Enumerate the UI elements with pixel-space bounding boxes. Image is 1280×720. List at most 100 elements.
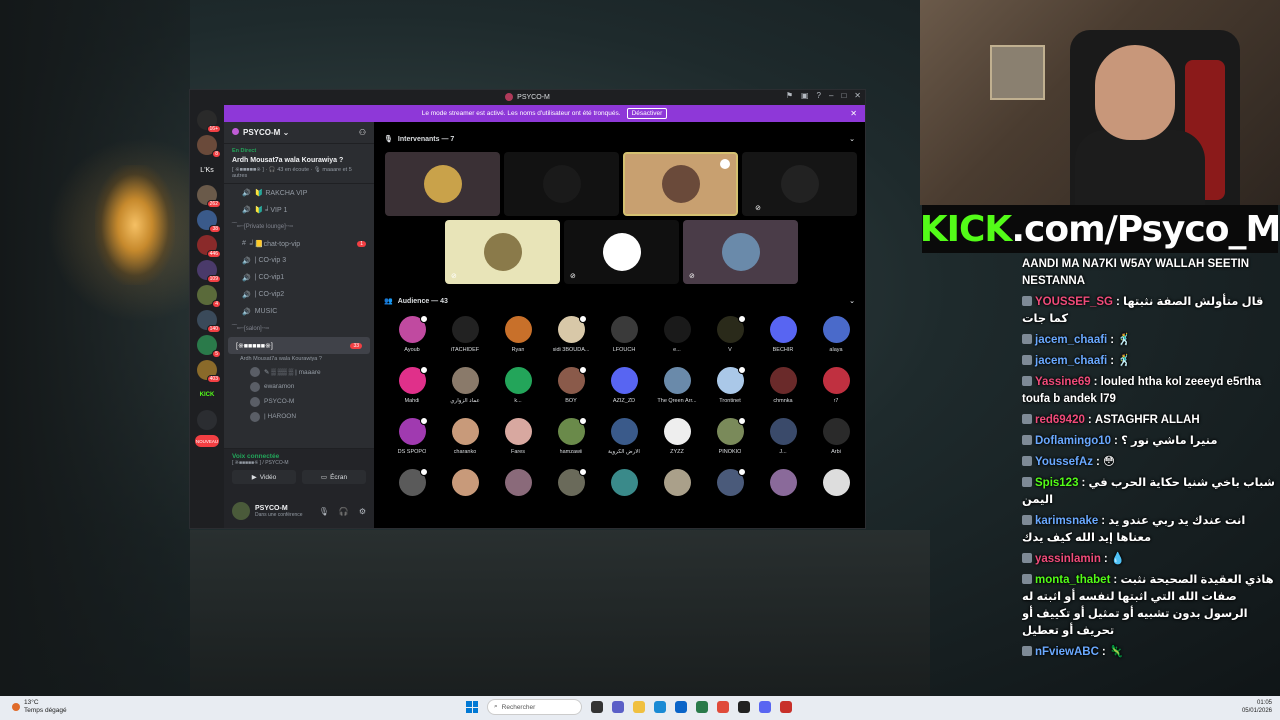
audience-member[interactable]: Mahdi — [386, 366, 438, 416]
audience-member[interactable]: alaya — [810, 316, 862, 365]
audience-member[interactable]: Fares — [492, 418, 544, 467]
audience-member[interactable]: BECHIR — [757, 316, 809, 365]
server-icon[interactable]: NOUVEAU — [195, 435, 219, 447]
disable-streamer-button[interactable]: Désactiver — [626, 108, 668, 119]
server-icon[interactable]: 16+ — [197, 110, 221, 133]
store-icon[interactable] — [696, 701, 708, 713]
voice-member[interactable]: ewaramon — [224, 379, 374, 394]
audience-member[interactable] — [598, 469, 650, 518]
chat-username[interactable]: jacem_chaafi — [1035, 355, 1107, 367]
maximize-button[interactable]: □ — [841, 91, 846, 100]
voice-member[interactable]: ✎ ▒ ▒▒ ▒ | maaare — [224, 364, 374, 379]
settings-icon[interactable]: ⚙ — [359, 507, 366, 516]
audience-member[interactable]: AZIZ_ZD — [598, 367, 650, 416]
server-header[interactable]: PSYCO-M ⌄ ⚇ — [224, 122, 374, 144]
chat-username[interactable]: Yassine69 — [1035, 376, 1091, 388]
speaker-tile[interactable]: ⊘ — [742, 152, 857, 216]
mail-icon[interactable] — [675, 701, 687, 713]
audience-member[interactable]: LFOUCH — [598, 316, 650, 365]
chat-username[interactable]: nFviewABC — [1035, 646, 1099, 658]
speaker-tile[interactable] — [504, 152, 619, 216]
audience-member[interactable]: BOY — [545, 366, 597, 416]
server-icon[interactable]: 403 — [197, 360, 221, 383]
server-icon[interactable]: 109 — [197, 260, 221, 283]
avatar[interactable] — [232, 502, 250, 520]
audience-member[interactable]: chmnka — [757, 367, 809, 416]
audience-member[interactable]: e... — [651, 316, 703, 365]
chat-username[interactable]: YOUSSEF_SG — [1035, 296, 1113, 308]
server-icon[interactable]: 5 — [197, 335, 221, 358]
chat-username[interactable]: monta_thabet — [1035, 574, 1110, 586]
active-stage-channel[interactable]: [※■■■■■※] 33 — [228, 337, 370, 354]
start-button[interactable] — [466, 701, 478, 713]
close-icon[interactable]: ✕ — [850, 109, 857, 118]
microphone-icon[interactable]: 🎙 — [319, 507, 329, 516]
speaker-tile[interactable]: ⊘ — [564, 220, 679, 284]
channel-item[interactable]: 🔊 | CO-vip2 — [224, 286, 374, 303]
audience-member[interactable]: PINOKIO — [704, 417, 756, 467]
audience-member[interactable]: The Qreen Arr... — [651, 367, 703, 416]
server-icon[interactable]: 38 — [197, 210, 221, 233]
window-titlebar[interactable]: PSYCO-M ⚑ ▣ ? – □ ✕ — [190, 90, 865, 104]
discord-icon[interactable] — [759, 701, 771, 713]
audience-member[interactable] — [386, 468, 438, 518]
add-member-icon[interactable]: ⚇ — [359, 128, 366, 137]
clock[interactable]: 01:05 05/01/2026 — [1242, 699, 1272, 715]
audience-member[interactable]: DS SPOPO — [386, 417, 438, 467]
channel-item[interactable]: 🔊 | CO-vip 3 — [224, 252, 374, 269]
audience-member[interactable]: J... — [757, 418, 809, 467]
chat-username[interactable]: Spis123 — [1035, 477, 1078, 489]
audience-member[interactable] — [439, 469, 491, 518]
server-icon[interactable]: L'Ks — [197, 160, 217, 180]
audience-member[interactable]: Ryan — [492, 316, 544, 365]
flag-icon[interactable]: ⚑ — [786, 91, 793, 100]
audience-member[interactable]: عماد الزواري — [439, 367, 491, 416]
help-icon[interactable]: ? — [817, 91, 821, 100]
speaker-tile[interactable]: ⊘ — [445, 220, 560, 284]
audience-member[interactable] — [757, 469, 809, 518]
audience-member[interactable] — [704, 468, 756, 518]
audience-member[interactable] — [492, 469, 544, 518]
edge-icon[interactable] — [654, 701, 666, 713]
speaker-tile[interactable]: ⊘ — [683, 220, 798, 284]
headphones-icon[interactable]: 🎧 — [339, 507, 349, 516]
chevron-down-icon[interactable]: ⌄ — [849, 135, 855, 143]
chat-username[interactable]: karimsnake — [1035, 515, 1098, 527]
audience-member[interactable]: hamzawii — [545, 417, 597, 467]
chat-username[interactable]: YoussefAz — [1035, 456, 1093, 468]
search-box[interactable]: ⌕ Rechercher — [487, 699, 582, 715]
chat-username[interactable]: Doflamingo10 — [1035, 435, 1111, 447]
chat-username[interactable]: red69420 — [1035, 414, 1085, 426]
channel-category[interactable]: ⁀┅╌[salon]╌┅ — [224, 320, 374, 337]
speakers-header[interactable]: 🎙 Intervenants — 7 ⌄ — [374, 130, 865, 148]
server-icon[interactable]: 262 — [197, 185, 221, 208]
channel-item[interactable]: 🔊 MUSIC — [224, 303, 374, 320]
discord-window[interactable]: PSYCO-M ⚑ ▣ ? – □ ✕ 16+ 8 L'Ks 262 38 446 109 4… — [189, 89, 866, 529]
audience-member[interactable]: r7 — [810, 367, 862, 416]
chevron-down-icon[interactable]: ⌄ — [849, 297, 855, 305]
server-icon[interactable]: 8 — [197, 135, 221, 158]
app-icon[interactable] — [780, 701, 792, 713]
audience-member[interactable]: k... — [492, 367, 544, 416]
audience-member[interactable]: Trontinet — [704, 366, 756, 416]
channel-item[interactable]: 🔊 🔰 ╛VIP 1 — [224, 201, 374, 218]
chrome-icon[interactable] — [717, 701, 729, 713]
weather-widget[interactable]: 13°C Temps dégagé — [12, 699, 67, 715]
audience-member[interactable] — [651, 469, 703, 518]
live-event[interactable]: En Direct Ardh Mousat7a wala Kourawiya ?… — [224, 144, 374, 184]
audience-member[interactable]: iTACHIDEF — [439, 316, 491, 365]
teams-icon[interactable] — [612, 701, 624, 713]
server-icon[interactable]: 446 — [197, 235, 221, 258]
server-icon[interactable]: 4 — [197, 285, 221, 308]
audience-member[interactable]: charanko — [439, 418, 491, 467]
audience-member[interactable]: Ayoub — [386, 315, 438, 365]
audience-member[interactable]: الأرض الكروية — [598, 418, 650, 467]
channel-item[interactable]: 🔊 🔰 RAKCHA VIP — [224, 184, 374, 201]
channel-item[interactable]: 🔊 | CO-vip1 — [224, 269, 374, 286]
task-view-icon[interactable] — [591, 701, 603, 713]
obs-icon[interactable] — [738, 701, 750, 713]
server-icon[interactable] — [197, 410, 217, 430]
explorer-icon[interactable] — [633, 701, 645, 713]
video-button[interactable]: ▶ Vidéo — [232, 470, 296, 484]
channel-category[interactable]: ⁀┅╌[Private lounge]╌┅ — [224, 218, 374, 235]
